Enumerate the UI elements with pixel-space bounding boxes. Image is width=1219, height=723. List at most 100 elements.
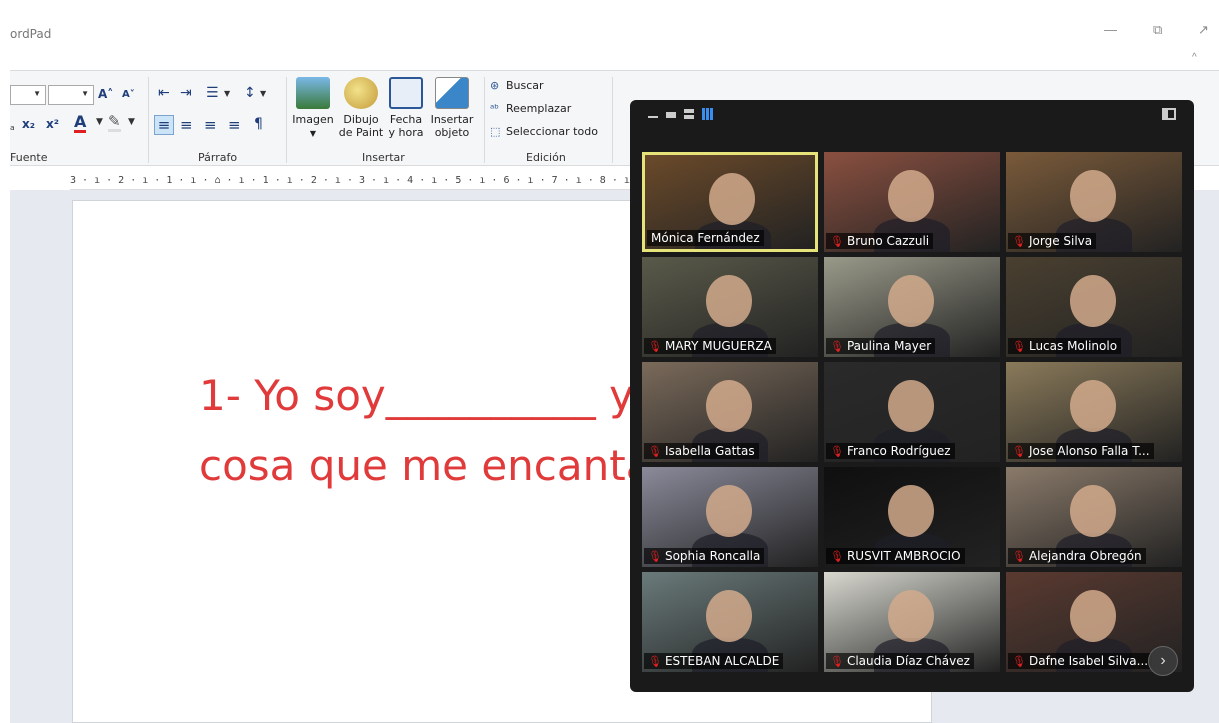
group-separator	[148, 77, 149, 163]
participant-tile[interactable]: 🎙 MARY MUGUERZA	[642, 257, 818, 357]
restore-button[interactable]: ⧉	[1153, 22, 1162, 38]
font-color-dropdown-icon[interactable]: ▼	[96, 117, 103, 127]
participant-tile[interactable]: 🎙 ESTEBAN ALCALDE	[642, 572, 818, 672]
video-gallery-window[interactable]: Mónica Fernández 🎙 Bruno Cazzuli 🎙 Jorge Sil…	[630, 100, 1194, 692]
participant-tile[interactable]: 🎙 Isabella Gattas	[642, 362, 818, 462]
subscript-icon[interactable]: x₂	[22, 117, 35, 131]
participant-tile[interactable]: 🎙 Paulina Mayer	[824, 257, 1000, 357]
participant-name-text: Paulina Mayer	[846, 339, 932, 353]
paragraph-icon[interactable]: ¶	[254, 116, 263, 132]
line-spacing-dropdown-icon[interactable]: ▼	[260, 89, 266, 98]
participant-name-text: Jose Alonso Falla T...	[1028, 444, 1150, 458]
document-line-1[interactable]: 1- Yo soy__________ y	[199, 371, 634, 420]
bullets-dropdown-icon[interactable]: ▼	[224, 89, 230, 98]
insert-object-button[interactable]: Insertar objeto	[428, 77, 476, 139]
participant-name: 🎙 Sophia Roncalla	[644, 548, 765, 564]
justify-icon[interactable]: ≡	[228, 116, 241, 134]
participant-tile[interactable]: 🎙 Bruno Cazzuli	[824, 152, 1000, 252]
participant-name: 🎙 Jose Alonso Falla T...	[1008, 443, 1154, 459]
participant-face	[888, 590, 934, 642]
replace-label: Reemplazar	[506, 102, 572, 115]
select-all-button[interactable]: ⬚ Seleccionar todo	[490, 125, 598, 138]
grow-font-icon[interactable]: A˄	[98, 87, 113, 101]
participant-name: 🎙 Dafne Isabel Silva...	[1008, 653, 1153, 669]
highlight-icon[interactable]: ✎	[108, 114, 121, 132]
participant-face	[706, 485, 752, 537]
shrink-font-icon[interactable]: A˅	[122, 89, 135, 100]
muted-mic-icon: 🎙	[1012, 445, 1026, 458]
font-family-combo[interactable]: ▼	[10, 85, 46, 105]
participant-tile[interactable]: 🎙 RUSVIT AMBROCIO	[824, 467, 1000, 567]
screen: ordPad — ⧉ ↗ ^ ▼ ▼ A˄ A˅ ₐ x₂ x² A ▼ ✎ ▼…	[0, 0, 1219, 723]
participant-name: 🎙 Claudia Díaz Chávez	[826, 653, 974, 669]
minimize-button[interactable]: —	[1104, 22, 1117, 37]
participant-face	[706, 275, 752, 327]
select-all-label: Seleccionar todo	[506, 125, 598, 138]
participant-face	[888, 380, 934, 432]
insert-image-button[interactable]: Imagen ▼	[290, 77, 336, 140]
participant-tile[interactable]: 🎙 Jose Alonso Falla T...	[1006, 362, 1182, 462]
outdent-icon[interactable]: ⇤	[158, 85, 170, 101]
participant-tile[interactable]: 🎙 Claudia Díaz Chávez	[824, 572, 1000, 672]
close-button[interactable]: ↗	[1198, 22, 1209, 38]
highlight-dropdown-icon[interactable]: ▼	[128, 117, 135, 127]
participant-face	[706, 590, 752, 642]
insert-object-label-2: objeto	[434, 126, 470, 139]
group-label-edicion: Edición	[526, 151, 566, 164]
date-time-button[interactable]: Fecha y hora	[386, 77, 426, 139]
single-view-icon[interactable]	[666, 112, 676, 118]
insert-object-label-1: Insertar	[430, 113, 474, 126]
replace-button[interactable]: ᵃᵇ Reemplazar	[490, 102, 571, 115]
insert-image-dropdown-icon: ▼	[309, 129, 317, 138]
paint-drawing-button[interactable]: Dibujo de Paint	[338, 77, 384, 139]
participant-tile[interactable]: 🎙 Lucas Molinolo	[1006, 257, 1182, 357]
replace-icon: ᵃᵇ	[490, 102, 500, 115]
participant-tile[interactable]: 🎙 Franco Rodríguez	[824, 362, 1000, 462]
participant-name: 🎙 Jorge Silva	[1008, 233, 1097, 249]
superscript-icon[interactable]: x²	[46, 117, 59, 131]
font-size-combo[interactable]: ▼	[48, 85, 94, 105]
indent-icon[interactable]: ⇥	[180, 85, 192, 101]
ruler[interactable]: 3 · ı · 2 · ı · 1 · ı · ⌂ · ı · 1 · ı · …	[70, 172, 640, 190]
participant-name-text: Jorge Silva	[1028, 234, 1093, 248]
line-spacing-icon[interactable]: ↕	[244, 85, 256, 101]
participant-tile[interactable]: 🎙 Sophia Roncalla	[642, 467, 818, 567]
participant-name: 🎙 Paulina Mayer	[826, 338, 936, 354]
participant-face	[706, 380, 752, 432]
align-center-icon[interactable]: ≡	[180, 116, 193, 134]
minimize-video-icon[interactable]	[648, 116, 658, 118]
bullets-icon[interactable]: ☰	[206, 85, 219, 101]
group-label-parrafo: Párrafo	[198, 151, 238, 164]
muted-mic-icon: 🎙	[830, 445, 844, 458]
next-page-button[interactable]: ›	[1148, 646, 1178, 676]
participant-face	[888, 275, 934, 327]
participant-tile[interactable]: Mónica Fernández	[642, 152, 818, 252]
strikethrough-icon[interactable]: ₐ	[10, 119, 15, 133]
participant-name-text: Mónica Fernández	[651, 231, 760, 245]
gallery-view-icon[interactable]	[702, 108, 714, 120]
align-left-icon[interactable]: ≡	[154, 115, 174, 135]
font-color-icon[interactable]: A	[74, 114, 87, 133]
strip-view-icon[interactable]	[684, 109, 694, 113]
group-separator	[484, 77, 485, 163]
participant-face	[1070, 590, 1116, 642]
participant-tile[interactable]: 🎙 Jorge Silva	[1006, 152, 1182, 252]
participant-tile[interactable]: 🎙 Alejandra Obregón	[1006, 467, 1182, 567]
select-all-icon: ⬚	[490, 125, 501, 138]
find-label: Buscar	[506, 79, 544, 92]
document-line-2[interactable]: cosa que me encanta	[199, 441, 651, 490]
participant-name: 🎙 Lucas Molinolo	[1008, 338, 1122, 354]
muted-mic-icon: 🎙	[830, 655, 844, 668]
participant-name: Mónica Fernández	[647, 230, 764, 246]
image-icon	[296, 77, 330, 109]
find-button[interactable]: ⊛ Buscar	[490, 79, 544, 92]
date-time-label-1: Fecha	[389, 113, 423, 126]
window-title: ordPad	[10, 27, 52, 41]
ribbon-collapse-icon[interactable]: ^	[1192, 52, 1197, 63]
muted-mic-icon: 🎙	[830, 550, 844, 563]
participant-name-text: Sophia Roncalla	[664, 549, 761, 563]
align-right-icon[interactable]: ≡	[204, 116, 217, 134]
exit-fullscreen-icon[interactable]	[1162, 108, 1176, 120]
participant-face	[888, 170, 934, 222]
group-label-insertar: Insertar	[362, 151, 405, 164]
